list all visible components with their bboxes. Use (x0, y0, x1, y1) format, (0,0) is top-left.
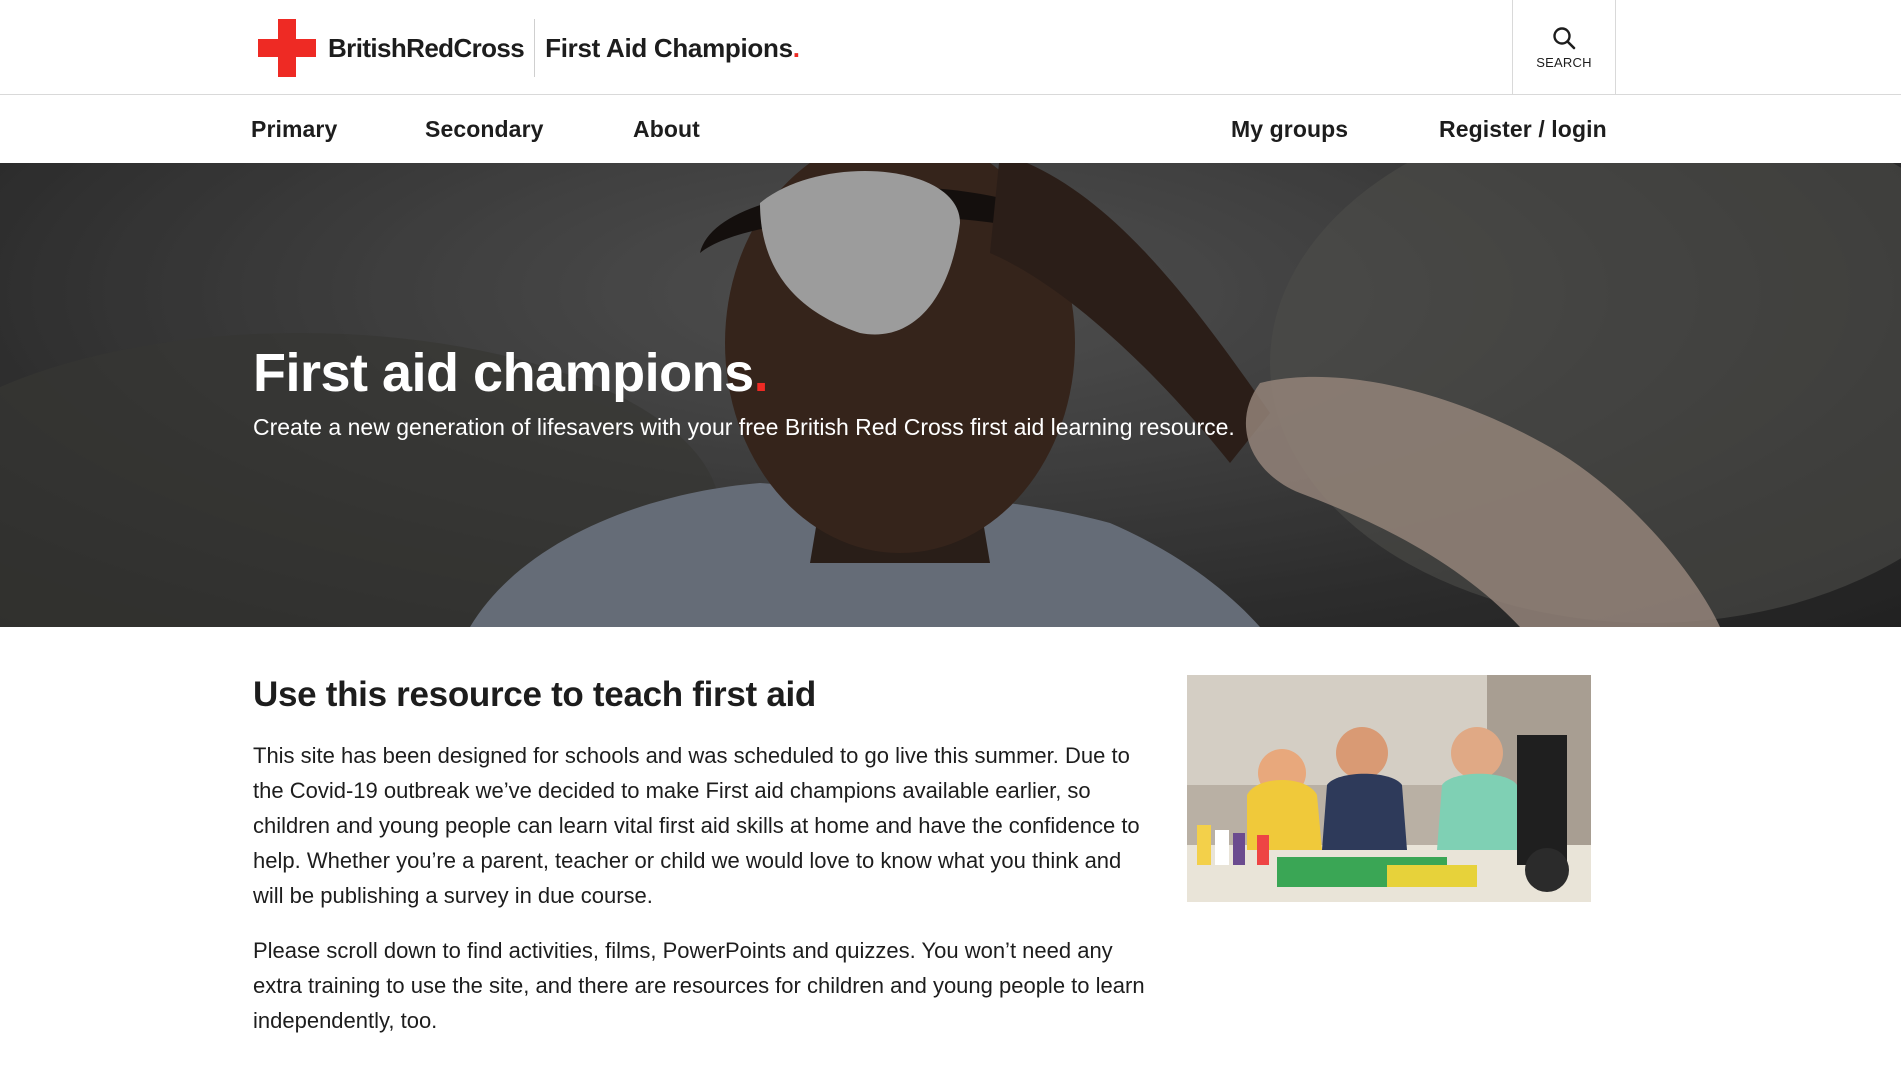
hero-title: First aid champions. (253, 343, 769, 403)
hero-title-text: First aid champions (253, 343, 754, 403)
nav-item-register-login[interactable]: Register / login (1439, 95, 1607, 163)
red-cross-icon (258, 19, 316, 77)
logo-divider (534, 19, 536, 77)
intro-paragraph: This site has been designed for schools … (253, 743, 1140, 908)
nav-item-secondary[interactable]: Secondary (425, 95, 544, 163)
hero-banner: First aid champions. Create a new genera… (0, 163, 1901, 627)
photo-illustration (1187, 675, 1591, 902)
search-label: SEARCH (1536, 55, 1592, 70)
search-button[interactable]: SEARCH (1512, 0, 1616, 95)
nav-item-primary[interactable]: Primary (251, 95, 337, 163)
site-name: First Aid Champions. (545, 33, 800, 64)
site-header: BritishRedCross First Aid Champions. SEA… (0, 0, 1901, 95)
family-activity-photo (1187, 675, 1591, 902)
site-logo-link[interactable]: BritishRedCross First Aid Champions. (258, 19, 800, 77)
hero-subtitle: Create a new generation of lifesavers wi… (253, 414, 1235, 440)
search-icon (1553, 27, 1576, 50)
brand-name: BritishRedCross (328, 32, 525, 63)
nav-item-my-groups[interactable]: My groups (1231, 95, 1348, 163)
nav-item-about[interactable]: About (633, 95, 700, 163)
main-navigation: Primary Secondary About My groups Regist… (0, 95, 1901, 163)
instructions-paragraph: Please scroll down to find activities, f… (253, 938, 1145, 1033)
section-heading: Use this resource to teach first aid (253, 675, 816, 714)
hero-title-dot: . (753, 343, 769, 403)
site-name-text: First Aid Champions (545, 32, 793, 63)
site-name-dot: . (792, 32, 800, 63)
